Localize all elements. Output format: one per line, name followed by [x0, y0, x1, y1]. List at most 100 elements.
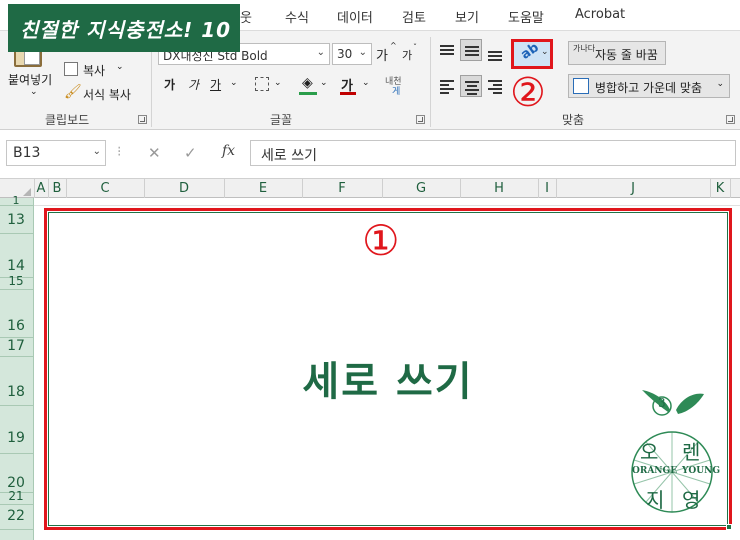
column-header-c[interactable]: C — [66, 181, 144, 196]
underline-button[interactable]: 가 — [210, 76, 221, 93]
tab-page-layout[interactable]: 웃 — [240, 7, 252, 26]
alignment-launcher-icon[interactable] — [726, 115, 735, 124]
logo-word-young: YOUNG — [682, 466, 721, 476]
paste-dropdown-icon[interactable]: ⌄ — [30, 87, 38, 97]
row-header-column: 1 13 14 15 16 17 18 19 20 21 22 — [0, 194, 34, 540]
align-bottom-icon[interactable] — [484, 41, 506, 63]
fill-color-icon[interactable]: ◈ — [302, 75, 313, 91]
row-header-13[interactable]: 13 — [0, 212, 32, 228]
align-center-icon[interactable] — [460, 75, 482, 97]
font-group-label: 글꼴 — [270, 113, 293, 127]
paste-button[interactable]: 붙여넣기 — [8, 71, 52, 88]
orientation-icon: ab — [518, 40, 542, 63]
chevron-down-icon: ⌄ — [92, 146, 101, 157]
logo-syllable-ji: 지 — [646, 488, 665, 512]
column-header-k[interactable]: K — [710, 181, 730, 196]
border-icon[interactable] — [255, 77, 269, 91]
merge-center-label: 병합하고 가운데 맞춤 — [595, 81, 702, 95]
enter-icon[interactable]: ✓ — [184, 144, 197, 162]
clipboard-group-label: 클립보드 — [45, 113, 90, 127]
align-right-icon[interactable] — [484, 75, 506, 97]
italic-button[interactable]: 가 — [188, 76, 199, 93]
orange-young-logo: 3 오 렌 지 영 ORANGE YOUNG — [624, 390, 720, 518]
chevron-down-icon: ⌄ — [316, 47, 325, 58]
fill-color-dropdown-icon[interactable]: ⌄ — [320, 78, 328, 88]
worksheet-grid[interactable]: 세로 쓰기 ① 3 오 렌 지 영 ORANGE YOUNG — [34, 198, 740, 540]
font-color-swatch — [340, 92, 356, 95]
logo-graphic — [631, 390, 713, 513]
column-header-g[interactable]: G — [382, 181, 460, 196]
column-header-row: A B C D E F G H I J K — [0, 178, 740, 199]
marker-two: ② — [510, 70, 546, 116]
gridline — [34, 205, 740, 206]
row-header-22[interactable]: 22 — [0, 508, 32, 524]
align-top-icon[interactable] — [436, 39, 458, 61]
shrink-font-icon: ˇ — [413, 43, 417, 52]
copy-icon[interactable] — [64, 62, 78, 76]
grow-font-button[interactable]: 가 — [376, 45, 388, 64]
column-header-e[interactable]: E — [224, 181, 302, 196]
format-painter-icon[interactable]: 🖌 — [64, 84, 82, 100]
marker-one: ① — [362, 216, 400, 265]
row-header-17[interactable]: 17 — [0, 338, 32, 354]
tab-formulas[interactable]: 수식 — [285, 7, 309, 26]
row-header-15[interactable]: 15 — [0, 274, 32, 288]
row-header-19[interactable]: 19 — [0, 430, 32, 446]
border-dropdown-icon[interactable]: ⌄ — [274, 78, 282, 88]
logo-syllable-o: 오 — [640, 440, 659, 464]
logo-digit: 3 — [658, 396, 666, 410]
column-header-i[interactable]: I — [538, 181, 556, 196]
column-header-j[interactable]: J — [556, 181, 710, 196]
logo-syllable-ren: 렌 — [682, 440, 701, 464]
font-color-dropdown-icon[interactable]: ⌄ — [362, 78, 370, 88]
logo-word-orange: ORANGE — [632, 466, 678, 476]
row-header-16[interactable]: 16 — [0, 318, 32, 334]
column-header-d[interactable]: D — [144, 181, 224, 196]
wrap-text-button[interactable]: 가나다 자동 줄 바꿈 — [568, 41, 666, 65]
alignment-group-label: 맞춤 — [562, 113, 585, 127]
wrap-text-label: 자동 줄 바꿈 — [595, 48, 658, 62]
name-box-value: B13 — [13, 145, 41, 161]
font-size-select[interactable]: 30 ⌄ — [332, 43, 372, 65]
chevron-down-icon: ⌄ — [541, 47, 549, 57]
merge-center-button[interactable]: 병합하고 가운데 맞춤 ⌄ — [568, 74, 730, 98]
formula-input[interactable]: 세로 쓰기 — [250, 140, 736, 166]
phonetic-icon: 게 — [392, 87, 401, 97]
column-header-a[interactable]: A — [34, 181, 48, 196]
fill-color-swatch — [299, 92, 317, 95]
font-size-value: 30 — [337, 47, 353, 61]
insert-function-button[interactable]: fx — [222, 143, 235, 159]
tab-data[interactable]: 데이터 — [337, 7, 373, 26]
fill-handle[interactable] — [726, 524, 732, 530]
name-box[interactable]: B13 ⌄ — [6, 140, 106, 166]
tab-view[interactable]: 보기 — [455, 7, 479, 26]
logo-syllable-young: 영 — [682, 488, 701, 512]
font-launcher-icon[interactable] — [416, 115, 425, 124]
align-left-icon[interactable] — [436, 75, 458, 97]
column-header-b[interactable]: B — [48, 181, 66, 196]
tab-help[interactable]: 도움말 — [508, 7, 544, 26]
format-painter-button[interactable]: 서식 복사 — [83, 86, 131, 103]
cancel-icon[interactable]: ✕ — [148, 144, 161, 162]
shrink-font-button[interactable]: 가 — [402, 47, 412, 63]
column-header-f[interactable]: F — [302, 181, 382, 196]
title-badge: 친절한 지식충전소! 10 — [8, 4, 240, 52]
row-header-21[interactable]: 21 — [0, 489, 32, 503]
tab-review[interactable]: 검토 — [402, 7, 426, 26]
row-header-18[interactable]: 18 — [0, 384, 32, 400]
clipboard-launcher-icon[interactable] — [138, 115, 147, 124]
orientation-button[interactable]: ab ⌄ — [511, 39, 553, 69]
group-divider — [430, 37, 431, 127]
copy-dropdown-icon[interactable]: ⌄ — [116, 62, 124, 72]
wrap-text-icon: 가나다 — [573, 44, 596, 53]
chevron-down-icon: ⌄ — [716, 79, 724, 89]
underline-dropdown-icon[interactable]: ⌄ — [230, 78, 238, 88]
row-header-14[interactable]: 14 — [0, 258, 32, 274]
align-middle-icon[interactable] — [460, 39, 482, 61]
copy-button[interactable]: 복사 — [83, 62, 105, 79]
merge-center-icon — [573, 78, 589, 94]
column-header-h[interactable]: H — [460, 181, 538, 196]
more-dots-icon: ⁝ — [117, 144, 122, 160]
tab-acrobat[interactable]: Acrobat — [575, 7, 625, 22]
bold-button[interactable]: 가 — [164, 76, 175, 93]
